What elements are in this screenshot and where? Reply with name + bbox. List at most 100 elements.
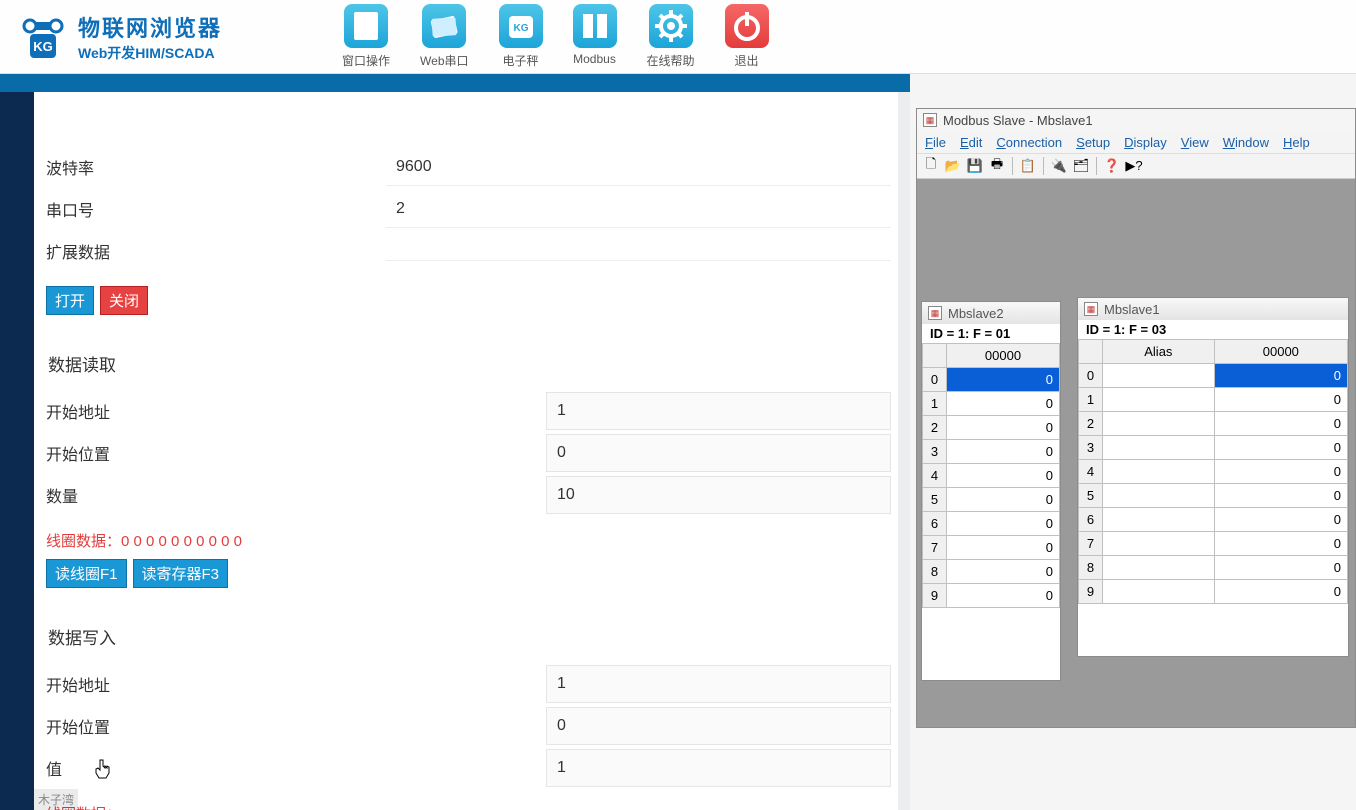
value-cell[interactable]: 0 xyxy=(1214,460,1347,484)
value-cell[interactable]: 0 xyxy=(947,560,1060,584)
value-cell[interactable]: 0 xyxy=(1214,436,1347,460)
ext-value[interactable] xyxy=(386,242,891,261)
value-cell[interactable]: 0 xyxy=(947,416,1060,440)
table-row[interactable]: 10 xyxy=(1079,388,1348,412)
value-cell[interactable]: 0 xyxy=(1214,484,1347,508)
copy-icon[interactable]: 📋 xyxy=(1018,156,1038,176)
print-icon[interactable]: 🖶 xyxy=(987,156,1007,176)
write-start-pos-input[interactable] xyxy=(546,707,891,745)
value-cell[interactable]: 0 xyxy=(947,368,1060,392)
value-cell[interactable]: 0 xyxy=(1214,364,1347,388)
toolbar-book-button[interactable]: Web串口 xyxy=(420,4,468,69)
menu-setup[interactable]: Setup xyxy=(1076,135,1110,150)
toolbar-window-button[interactable]: 窗口操作 xyxy=(342,4,390,69)
alias-cell[interactable] xyxy=(1103,388,1215,412)
alias-cell[interactable] xyxy=(1103,460,1215,484)
value-cell[interactable]: 0 xyxy=(947,536,1060,560)
alias-cell[interactable] xyxy=(1103,580,1215,604)
title-strip xyxy=(0,74,910,92)
table-row[interactable]: 60 xyxy=(1079,508,1348,532)
menu-edit[interactable]: Edit xyxy=(960,135,982,150)
value-cell[interactable]: 0 xyxy=(947,392,1060,416)
read-count-input[interactable] xyxy=(546,476,891,514)
modbus-window-title[interactable]: ▦ Modbus Slave - Mbslave1 xyxy=(917,109,1355,131)
open-icon[interactable]: 📂 xyxy=(943,156,963,176)
child-title[interactable]: ▦Mbslave2 xyxy=(922,302,1060,324)
table-row[interactable]: 90 xyxy=(1079,580,1348,604)
table-row[interactable]: 00 xyxy=(1079,364,1348,388)
port-value[interactable]: 2 xyxy=(386,191,891,228)
value-cell[interactable]: 0 xyxy=(1214,580,1347,604)
alias-cell[interactable] xyxy=(1103,364,1215,388)
alias-cell[interactable] xyxy=(1103,556,1215,580)
menu-display[interactable]: Display xyxy=(1124,135,1167,150)
value-cell[interactable]: 0 xyxy=(1214,556,1347,580)
col-header[interactable]: Alias xyxy=(1103,340,1215,364)
menu-view[interactable]: View xyxy=(1181,135,1209,150)
menu-file[interactable]: File xyxy=(925,135,946,150)
open-button[interactable]: 打开 xyxy=(46,286,94,315)
table-row[interactable]: 60 xyxy=(923,512,1060,536)
read-coil-button[interactable]: 读线圈F1 xyxy=(46,559,127,588)
new-icon[interactable]: 🗋 xyxy=(921,156,941,176)
value-cell[interactable]: 0 xyxy=(1214,388,1347,412)
mdi-child-mbslave2[interactable]: ▦Mbslave2 ID = 1: F = 01 000000010203040… xyxy=(921,301,1061,681)
menu-connection[interactable]: Connection xyxy=(996,135,1062,150)
toolbar-modbus-button[interactable]: Modbus xyxy=(573,4,617,69)
write-value-input[interactable] xyxy=(546,749,891,787)
value-cell[interactable]: 0 xyxy=(947,440,1060,464)
logo-icon: KG xyxy=(18,12,68,62)
menu-window[interactable]: Window xyxy=(1223,135,1269,150)
table-row[interactable]: 90 xyxy=(923,584,1060,608)
alias-cell[interactable] xyxy=(1103,484,1215,508)
alias-cell[interactable] xyxy=(1103,412,1215,436)
write-start-addr-input[interactable] xyxy=(546,665,891,703)
col-header[interactable] xyxy=(1079,340,1103,364)
table-row[interactable]: 20 xyxy=(1079,412,1348,436)
col-header[interactable]: 00000 xyxy=(1214,340,1347,364)
save-icon[interactable]: 💾 xyxy=(965,156,985,176)
alias-cell[interactable] xyxy=(1103,508,1215,532)
value-cell[interactable]: 0 xyxy=(947,512,1060,536)
toolbar-power-button[interactable]: 退出 xyxy=(725,4,769,69)
toolbar-scale-button[interactable]: KG电子秤 xyxy=(499,4,543,69)
col-header[interactable]: 00000 xyxy=(947,344,1060,368)
table-row[interactable]: 20 xyxy=(923,416,1060,440)
table-row[interactable]: 00 xyxy=(923,368,1060,392)
value-cell[interactable]: 0 xyxy=(1214,412,1347,436)
mdi-child-mbslave1[interactable]: ▦Mbslave1 ID = 1: F = 03 Alias0000000102… xyxy=(1077,297,1349,657)
value-cell[interactable]: 0 xyxy=(947,584,1060,608)
whatsthis-icon[interactable]: ▶? xyxy=(1124,156,1144,176)
disconnect-icon[interactable]: 🗂 xyxy=(1071,156,1091,176)
table-row[interactable]: 70 xyxy=(1079,532,1348,556)
read-start-pos-input[interactable] xyxy=(546,434,891,472)
col-header[interactable] xyxy=(923,344,947,368)
table-row[interactable]: 30 xyxy=(1079,436,1348,460)
value-cell[interactable]: 0 xyxy=(947,488,1060,512)
table-row[interactable]: 80 xyxy=(1079,556,1348,580)
help-icon[interactable]: ❓ xyxy=(1102,156,1122,176)
table-row[interactable]: 30 xyxy=(923,440,1060,464)
alias-cell[interactable] xyxy=(1103,532,1215,556)
child-title[interactable]: ▦Mbslave1 xyxy=(1078,298,1348,320)
row-index: 6 xyxy=(923,512,947,536)
table-row[interactable]: 10 xyxy=(923,392,1060,416)
table-row[interactable]: 40 xyxy=(923,464,1060,488)
value-cell[interactable]: 0 xyxy=(947,464,1060,488)
toolbar-gear-button[interactable]: 在线帮助 xyxy=(647,4,695,69)
read-start-addr-input[interactable] xyxy=(546,392,891,430)
table-row[interactable]: 40 xyxy=(1079,460,1348,484)
table-row[interactable]: 50 xyxy=(923,488,1060,512)
table-row[interactable]: 50 xyxy=(1079,484,1348,508)
read-register-button[interactable]: 读寄存器F3 xyxy=(133,559,229,588)
value-cell[interactable]: 0 xyxy=(1214,508,1347,532)
menu-help[interactable]: Help xyxy=(1283,135,1310,150)
close-button[interactable]: 关闭 xyxy=(100,286,148,315)
baud-value[interactable]: 9600 xyxy=(386,149,891,186)
alias-cell[interactable] xyxy=(1103,436,1215,460)
table-row[interactable]: 70 xyxy=(923,536,1060,560)
connect-icon[interactable]: 🔌 xyxy=(1049,156,1069,176)
table-row[interactable]: 80 xyxy=(923,560,1060,584)
scrollbar[interactable] xyxy=(898,92,910,810)
value-cell[interactable]: 0 xyxy=(1214,532,1347,556)
